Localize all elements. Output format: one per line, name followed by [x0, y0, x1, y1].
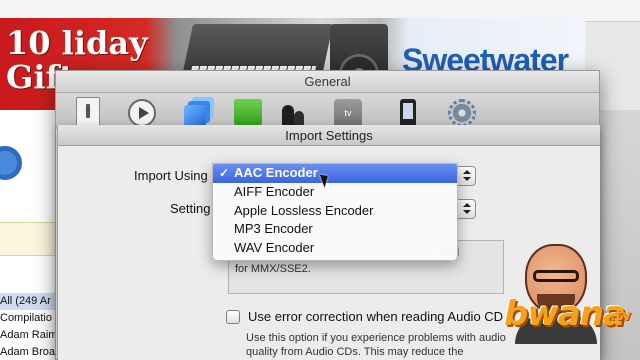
menu-item-aiff-encoder[interactable]: AIFF Encoder — [213, 183, 457, 202]
list-item[interactable]: All (249 Ar — [0, 293, 60, 310]
popup-arrows-icon — [457, 167, 475, 185]
error-correction-checkbox[interactable] — [226, 310, 240, 324]
menu-item-label: MP3 Encoder — [234, 221, 313, 236]
playback-icon[interactable] — [128, 99, 156, 127]
watermark-logo: bwana — [504, 294, 626, 334]
menu-item-label: AIFF Encoder — [234, 184, 315, 199]
store-icon[interactable] — [234, 99, 262, 127]
list-item[interactable]: Compilatio — [0, 310, 60, 327]
menu-item-apple-lossless-encoder[interactable]: Apple Lossless Encoder — [213, 202, 457, 221]
menu-item-aac-encoder[interactable]: ✓ AAC Encoder — [213, 164, 457, 183]
sheet-title: Import Settings — [58, 125, 600, 146]
menu-item-mp3-encoder[interactable]: MP3 Encoder — [213, 220, 457, 239]
menu-item-label: AAC Encoder — [234, 165, 318, 180]
error-correction-label[interactable]: Use error correction when reading Audio … — [248, 309, 503, 324]
import-using-label: Import Using — [134, 168, 208, 183]
watermark-suffix: .tv — [610, 308, 632, 324]
notice-bar — [0, 222, 60, 256]
list-item[interactable]: Adam Raim — [0, 327, 60, 344]
menu-item-label: WAV Encoder — [234, 239, 315, 255]
menu-item-label: Apple Lossless Encoder — [234, 202, 374, 218]
devices-icon[interactable] — [400, 99, 416, 127]
checkmark-icon: ✓ — [219, 166, 230, 180]
preferences-toolbar: tv — [56, 93, 599, 129]
general-icon[interactable] — [76, 97, 100, 127]
sharing-icon[interactable] — [184, 105, 206, 127]
list-item[interactable]: Adam Broad — [0, 344, 60, 360]
error-correction-help: Use this option if you experience proble… — [246, 332, 506, 358]
popup-arrows-icon — [457, 200, 475, 218]
advanced-icon[interactable] — [448, 99, 476, 127]
details-text: for MMX/SSE2. — [235, 263, 311, 275]
encoder-dropdown-menu: ✓ AAC Encoder AIFF Encoder Apple Lossles… — [212, 163, 458, 261]
menu-item-wav-encoder[interactable]: WAV Encoder — [213, 239, 457, 258]
window-title: General — [56, 71, 599, 93]
library-artist-list: All (249 Ar Compilatio Adam Raim Adam Br… — [0, 293, 60, 360]
apple-tv-icon[interactable]: tv — [334, 99, 362, 127]
setting-label: Setting — [170, 201, 211, 216]
